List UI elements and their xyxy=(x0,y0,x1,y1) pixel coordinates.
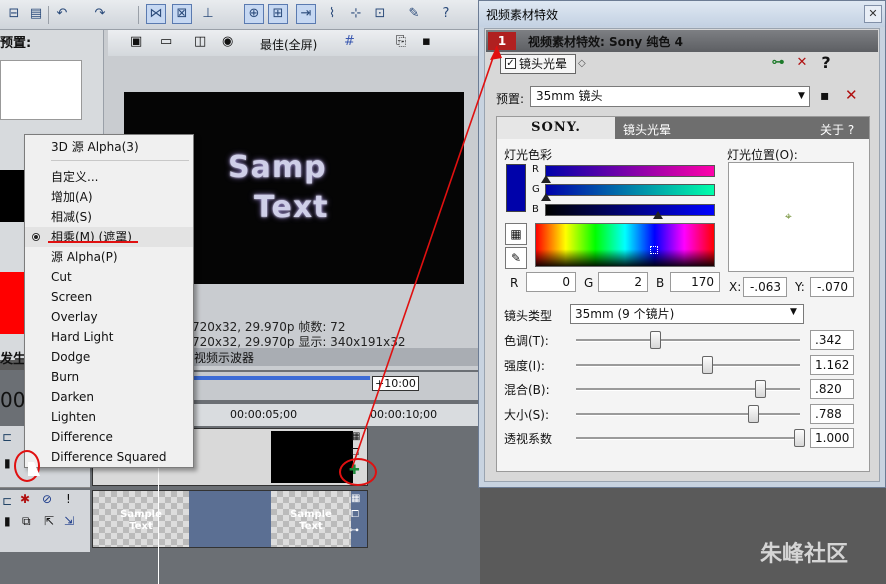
watermark: 朱峰社区 xyxy=(760,542,849,567)
annotation-arrow xyxy=(351,45,502,469)
arrow-line xyxy=(351,45,498,469)
arrow-head xyxy=(490,46,502,60)
